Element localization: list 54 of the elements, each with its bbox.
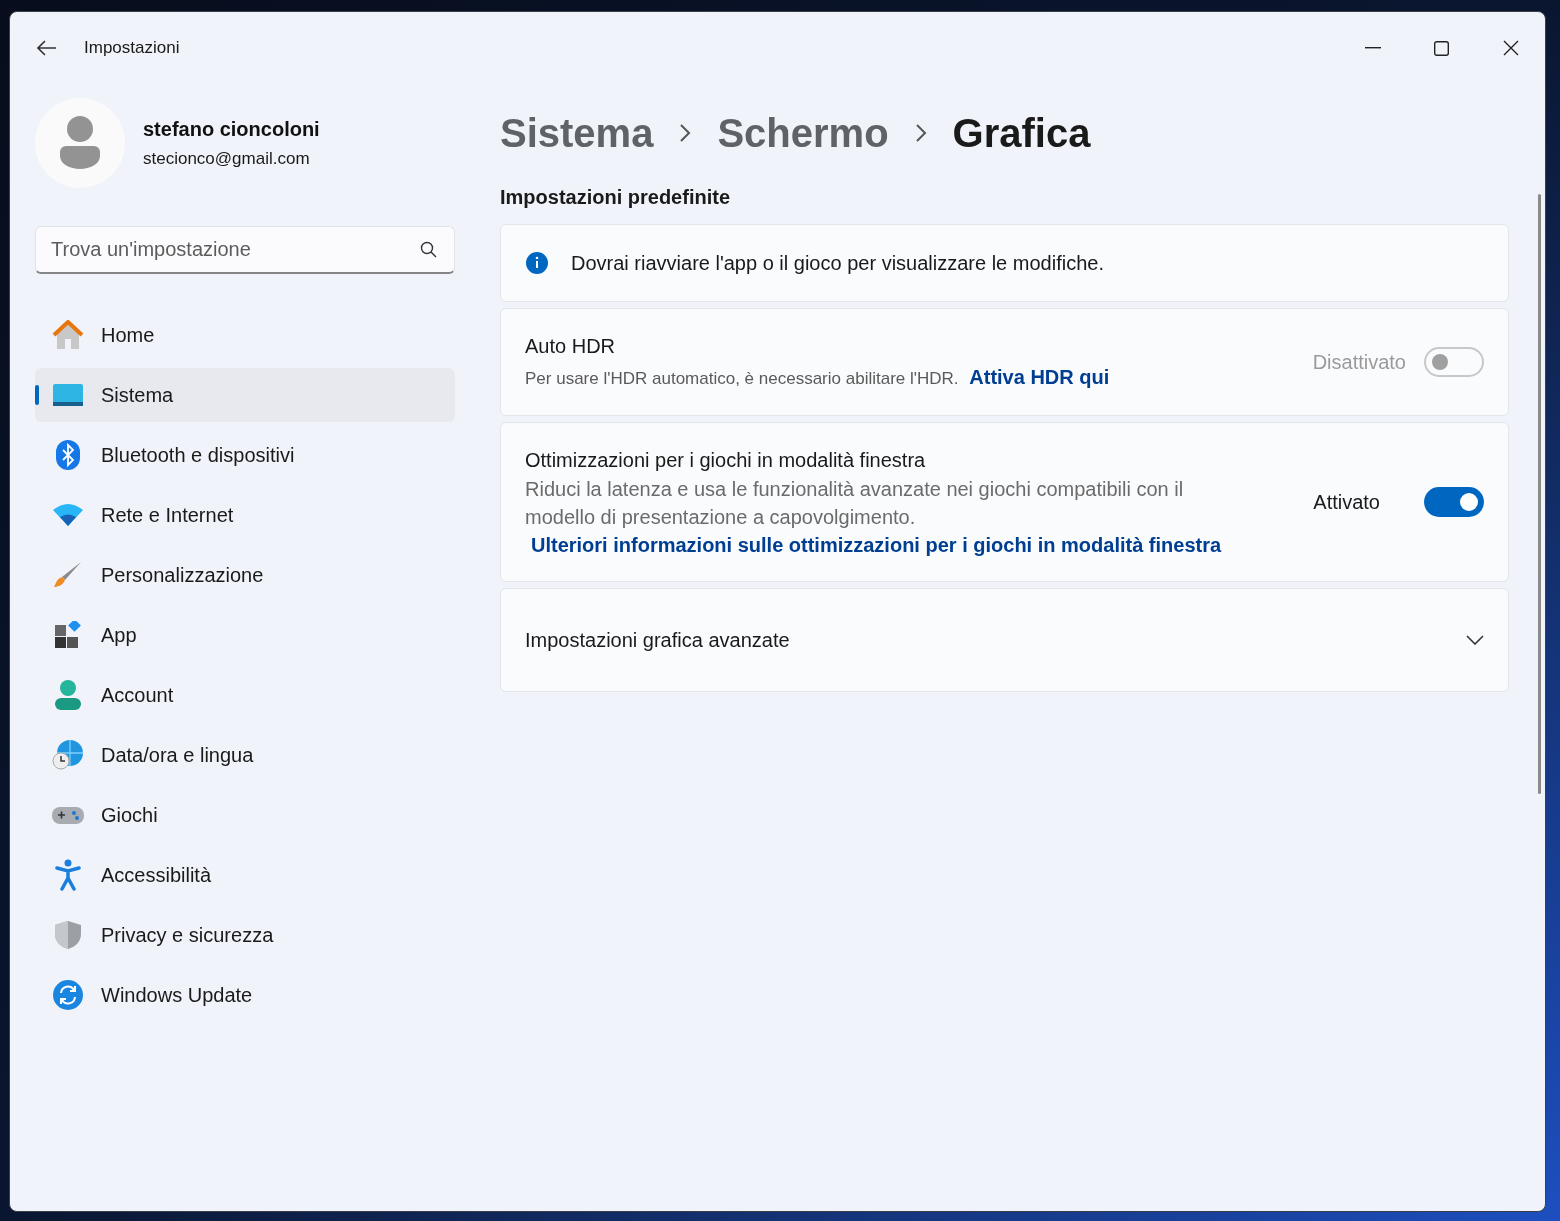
user-email: stecionco@gmail.com [143,148,311,171]
info-message: Dovrai riavviare l'app o il gioco per visualizzare le modifiche. [571,251,1104,276]
wifi-icon [53,504,83,526]
sidebar-item[interactable]: Accessibilità [35,848,455,902]
info-icon [525,251,549,275]
sidebar-item[interactable]: Sistema [35,368,455,422]
breadcrumb-link[interactable]: Schermo [717,103,889,163]
setting-description: Riduci la latenza e usa le funzionalità avanzate nei giochi compatibili con il modello di presentazione a capovolgimento. Ulteriori informazioni sulle ottimizzazioni per i giochi in modalità finestra [525,477,1223,558]
sidebar-item[interactable]: App [35,608,455,662]
expander-card[interactable]: Impostazioni grafica avanzate [500,588,1509,692]
home-icon [52,320,84,350]
sidebar-item[interactable]: Home [35,308,455,362]
chevron-right-icon [679,123,692,143]
page-title: Grafica [952,110,1091,157]
toggle-state-label: Attivato [1313,490,1380,515]
monitor-icon [53,384,83,406]
setting-title: Auto HDR [525,334,617,359]
globe-clock-icon [52,739,84,771]
sidebar-item[interactable]: Privacy e sicurezza [35,908,455,962]
toggle-state-label: Disattivato [1312,350,1406,375]
chevron-right-icon [914,123,927,143]
bluetooth-icon [56,440,80,470]
paintbrush-icon [53,560,83,590]
sidebar-item[interactable]: Bluetooth e dispositivi [35,428,455,482]
sync-icon [53,980,83,1010]
sidebar-item[interactable]: Rete e Internet [35,488,455,542]
shield-icon [54,920,82,950]
apps-icon [54,621,82,649]
user-name: stefano cioncoloni [143,117,320,143]
search-field[interactable]: Trova un'impostazione [35,226,455,274]
sidebar-item[interactable]: Data/ora e lingua [35,728,455,782]
breadcrumb-link[interactable]: Sistema [500,103,654,163]
chevron-down-icon [1466,635,1484,645]
gamepad-icon [52,804,84,826]
person-icon [58,116,102,170]
minimize-icon [1364,47,1381,49]
setting-description: Per usare l'HDR automatico, è necessario abilitare l'HDR. Attiva HDR qui [525,365,1111,390]
maximize-icon [1434,40,1449,56]
close-icon [1502,40,1519,56]
sidebar-item[interactable]: Account [35,668,455,722]
sidebar-item[interactable]: Personalizzazione [35,548,455,602]
section-heading: Impostazioni predefinite [500,185,732,210]
sidebar-item[interactable]: Windows Update [35,968,455,1022]
sidebar-item[interactable]: Giochi [35,788,455,842]
scrollbar[interactable] [1538,194,1541,794]
selection-indicator [35,385,39,405]
setting-title: Ottimizzazioni per i giochi in modalità finestra [525,448,927,473]
toggle-switch[interactable] [1424,487,1484,517]
window-title: Impostazioni [84,37,180,60]
accessibility-icon [55,859,81,891]
person-icon [55,680,81,710]
back-arrow-icon [37,40,57,56]
link[interactable]: Ulteriori informazioni sulle ottimizzazioni per i giochi in modalità finestra [531,534,1222,556]
search-icon [420,241,437,258]
